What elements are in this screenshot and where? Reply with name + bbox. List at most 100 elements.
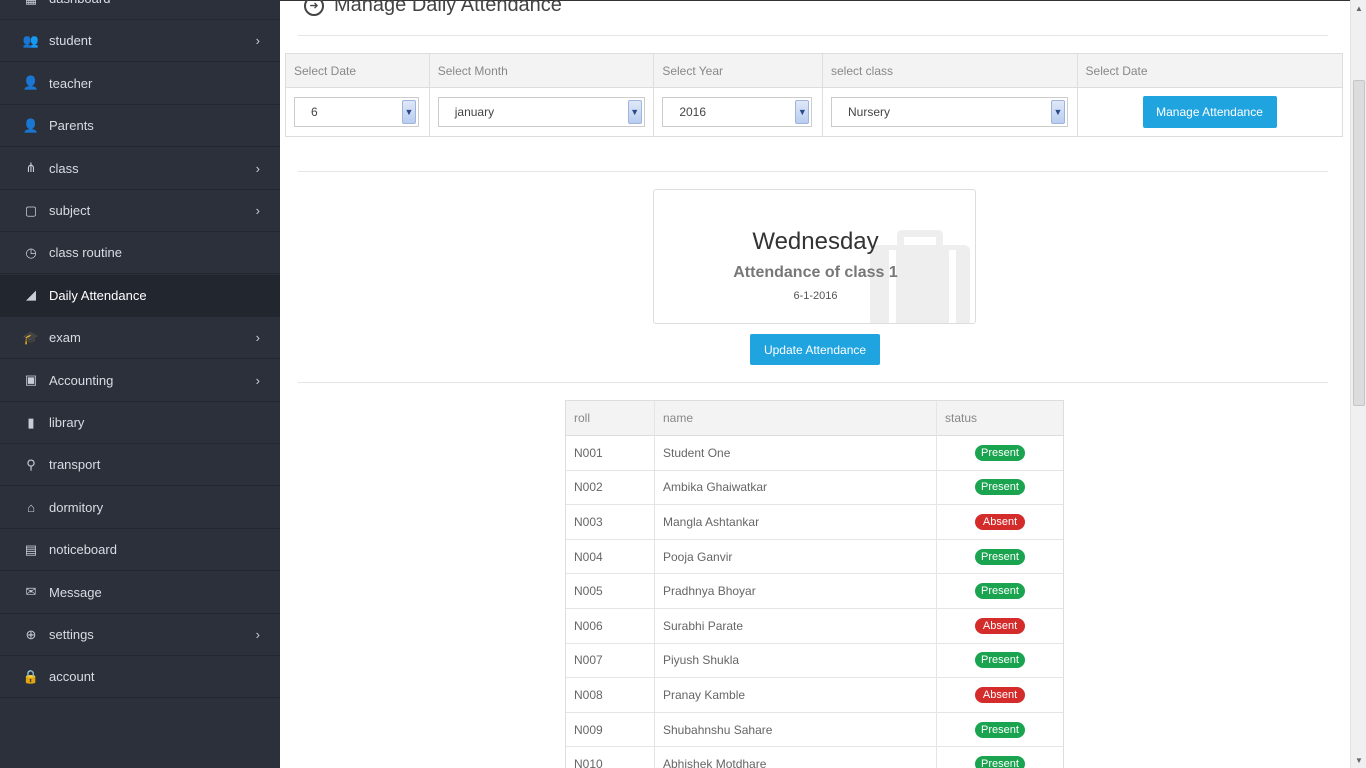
status-cell: Absent <box>937 678 1063 712</box>
divider <box>298 171 1328 172</box>
table-row: N008 Pranay Kamble Absent <box>566 678 1063 713</box>
home-icon: ⌂ <box>27 499 35 515</box>
day-name: Wednesday <box>752 228 879 255</box>
status-badge: Present <box>975 444 1025 461</box>
sidebar-item-parents[interactable]: 👤 Parents <box>0 105 280 148</box>
sidebar-item-dormitory[interactable]: ⌂ dormitory <box>0 487 280 529</box>
name-cell: Ambika Ghaiwatkar <box>655 470 937 505</box>
roll-cell: N005 <box>566 574 655 608</box>
status-badge: Present <box>975 756 1025 768</box>
table-body: N001 Student One Present N002 Ambika Ghaiwat… <box>566 436 1063 768</box>
column-name[interactable]: name <box>655 401 937 435</box>
sidebar-item-message[interactable]: ✉ Message <box>0 572 280 614</box>
name-cell: Surabhi Parate <box>655 608 937 643</box>
class-select[interactable]: Nursery ▼ <box>831 97 1068 127</box>
status-cell: Absent <box>937 609 1063 643</box>
status-badge: Absent <box>975 617 1025 634</box>
sidebar-item-class[interactable]: ⋔ class › <box>0 148 280 190</box>
sidebar-item-label: settings <box>49 627 94 642</box>
name-cell: Piyush Shukla <box>655 643 937 678</box>
main-content: ➜ Manage Daily Attendance Select Date Se… <box>280 0 1350 768</box>
sidebar-item-accounting[interactable]: ▣ Accounting › <box>0 360 280 402</box>
chevron-down-icon[interactable]: ▼ <box>795 100 810 124</box>
sidebar-item-class-routine[interactable]: ◷ class routine <box>0 232 280 275</box>
book-icon: ▢ <box>24 202 38 218</box>
chevron-right-icon: › <box>255 33 260 49</box>
roll-cell: N006 <box>566 608 655 643</box>
sidebar-item-label: class routine <box>49 245 122 261</box>
sidebar-item-daily-attendance[interactable]: ◢ Daily Attendance <box>0 274 280 317</box>
attendance-subtitle: Attendance of class 1 <box>733 264 898 281</box>
status-cell: Present <box>937 747 1063 768</box>
table-header: roll name status <box>566 401 1063 436</box>
sidebar-item-dashboard[interactable]: ▦ dashboard <box>0 0 280 20</box>
month-select-value: january <box>454 105 495 119</box>
scroll-thumb[interactable] <box>1353 80 1365 406</box>
sidebar-item-label: teacher <box>49 75 93 91</box>
sidebar-item-label: exam <box>49 330 81 346</box>
sidebar-item-subject[interactable]: ▢ subject › <box>0 190 280 232</box>
header-select-month: Select Month <box>430 54 655 87</box>
sidebar-item-exam[interactable]: 🎓 exam › <box>0 317 280 360</box>
filter-header-row: Select Date Select Month Select Year sel… <box>286 54 1342 88</box>
year-select[interactable]: 2016 ▼ <box>662 97 813 127</box>
vertical-scrollbar[interactable]: ▲ ▼ <box>1350 0 1366 768</box>
sidebar-item-transport[interactable]: ⚲ transport <box>0 444 280 487</box>
status-cell: Present <box>937 471 1063 505</box>
header-select-date-2: Select Date <box>1085 63 1148 78</box>
roll-cell: N008 <box>566 678 655 712</box>
lock-icon: 🔒 <box>22 668 40 684</box>
scroll-down-arrow-icon[interactable]: ▼ <box>1351 752 1366 768</box>
sidebar-item-noticeboard[interactable]: ▤ noticeboard <box>0 529 280 572</box>
table-row: N009 Shubahnshu Sahare Present <box>566 712 1063 748</box>
attendance-table: roll name status N001 Student One Present N… <box>565 400 1064 768</box>
sidebar-item-label: noticeboard <box>49 542 117 558</box>
status-cell: Present <box>937 574 1063 608</box>
page-title: ➜ Manage Daily Attendance <box>304 0 562 17</box>
name-cell: Abhishek Motdhare <box>655 747 937 768</box>
table-row: N002 Ambika Ghaiwatkar Present <box>566 470 1063 506</box>
manage-attendance-button[interactable]: Manage Attendance <box>1142 96 1277 128</box>
sidebar-item-library[interactable]: ▮ library <box>0 402 280 444</box>
status-badge: Present <box>975 548 1025 565</box>
sidebar-item-label: library <box>49 415 85 430</box>
chevron-down-icon[interactable]: ▼ <box>627 100 642 124</box>
table-row: N005 Pradhnya Bhoyar Present <box>566 574 1063 609</box>
watermark-stripe <box>889 250 896 323</box>
chevron-right-icon: › <box>255 203 260 218</box>
sidebar-item-account[interactable]: 🔒 account <box>0 656 280 699</box>
date-select[interactable]: 6 ▼ <box>294 97 419 127</box>
dashboard-icon: ▦ <box>23 0 39 7</box>
roll-cell: N004 <box>566 539 655 574</box>
status-cell: Present <box>937 644 1063 678</box>
sidebar-item-label: Accounting <box>49 372 114 388</box>
chevron-right-icon: › <box>255 330 260 346</box>
sidebar-item-label: subject <box>49 203 91 218</box>
sidebar-item-settings[interactable]: ⊕ settings › <box>0 614 280 656</box>
chevron-right-icon: › <box>255 160 260 176</box>
sidebar-item-teacher[interactable]: 👤 teacher <box>0 63 280 105</box>
sidebar-item-label: dormitory <box>49 499 104 515</box>
year-cell: 2016 ▼ <box>654 88 823 136</box>
chevron-down-icon[interactable]: ▼ <box>402 100 416 124</box>
chevron-down-icon[interactable]: ▼ <box>1051 100 1065 124</box>
sidebar-item-label: Message <box>49 584 102 600</box>
class-select-value: Nursery <box>848 105 891 119</box>
roll-cell: N007 <box>566 643 655 678</box>
column-roll[interactable]: roll <box>566 401 655 435</box>
name-cell: Mangla Ashtankar <box>655 505 937 539</box>
scroll-up-arrow-icon[interactable]: ▲ <box>1351 0 1366 16</box>
divider <box>298 382 1328 383</box>
column-status[interactable]: status <box>937 401 1063 435</box>
name-cell: Student One <box>655 436 937 470</box>
user-group-icon: 👤 <box>22 75 40 91</box>
date-cell: 6 ▼ <box>286 88 430 136</box>
action-cell: Manage Attendance <box>1078 88 1343 136</box>
status-cell: Present <box>937 713 1063 747</box>
sidebar-item-student[interactable]: 👥 student › <box>0 20 280 63</box>
header-select-class: select class <box>823 54 1078 87</box>
library-book-icon: ▮ <box>27 414 35 430</box>
update-attendance-button[interactable]: Update Attendance <box>750 334 880 365</box>
month-select[interactable]: january ▼ <box>437 97 645 127</box>
year-select-value: 2016 <box>679 105 707 119</box>
